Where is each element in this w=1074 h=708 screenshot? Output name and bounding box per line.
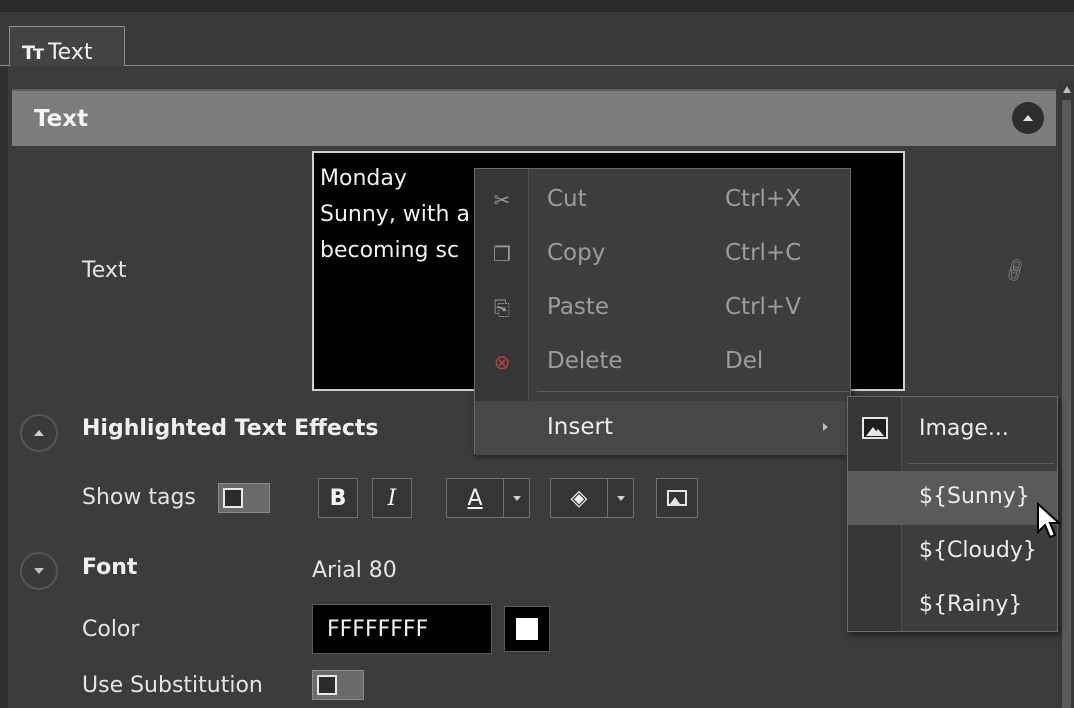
highlight-effects-title: Highlighted Text Effects [82, 416, 379, 441]
show-tags-toggle[interactable] [218, 483, 270, 513]
menu-item-label: Delete [547, 348, 623, 374]
copy-icon: ❐ [493, 242, 511, 266]
expand-font-button[interactable] [20, 552, 58, 590]
menu-item-label: Cut [547, 186, 587, 212]
menu-item-copy[interactable]: ❐ Copy Ctrl+C [475, 227, 850, 281]
section-header-text[interactable]: Text [12, 89, 1056, 146]
menu-item-shortcut: Ctrl+V [725, 294, 801, 320]
menu-item-paste[interactable]: ⎘ Paste Ctrl+V [475, 281, 850, 335]
image-icon [667, 490, 687, 506]
scrollbar-thumb[interactable] [1062, 100, 1071, 708]
menu-item-shortcut: Ctrl+X [725, 186, 801, 212]
menu-item-shortcut: Ctrl+C [725, 240, 802, 266]
chevron-up-icon [34, 430, 44, 436]
font-color-dropdown[interactable] [504, 478, 530, 518]
submenu-item-label: ${Cloudy} [919, 538, 1037, 563]
caret-down-icon [512, 495, 521, 501]
font-color-button[interactable]: A [446, 478, 504, 518]
tab-strip: Tт Text [0, 12, 1074, 78]
submenu-item-cloudy[interactable]: ${Cloudy} [848, 525, 1057, 579]
color-hex-input[interactable]: FFFFFFFF [312, 604, 492, 654]
paint-bucket-icon: ◈ [570, 485, 588, 511]
highlight-color-dropdown[interactable] [608, 478, 634, 518]
section-title: Text [34, 105, 89, 132]
color-swatch[interactable] [504, 606, 550, 652]
tab-label: Text [47, 40, 93, 65]
submenu-item-label: ${Sunny} [919, 484, 1030, 509]
caret-down-icon [616, 495, 625, 501]
italic-button[interactable]: I [372, 478, 412, 518]
menu-separator [908, 463, 1054, 464]
menu-item-label: Insert [547, 414, 613, 440]
font-value[interactable]: Arial 80 [312, 558, 397, 583]
delete-icon: ⊗ [493, 350, 511, 374]
color-swatch-fill [516, 618, 538, 640]
menu-item-insert[interactable]: Insert [475, 401, 850, 455]
chevron-up-icon [1023, 115, 1033, 121]
scissors-icon: ✂ [493, 188, 511, 212]
insert-image-button[interactable] [656, 478, 698, 518]
context-menu: ✂ Cut Ctrl+X ❐ Copy Ctrl+C ⎘ Paste Ctrl+… [474, 168, 851, 455]
chevron-right-icon [823, 423, 828, 431]
submenu-item-rainy[interactable]: ${Rainy} [848, 579, 1057, 633]
submenu-item-image[interactable]: Image... [848, 403, 1057, 457]
mouse-cursor-icon [1037, 502, 1062, 539]
submenu-item-sunny[interactable]: ${Sunny} [848, 471, 1057, 525]
expand-highlight-button[interactable] [20, 414, 58, 452]
use-substitution-toggle[interactable] [312, 670, 364, 700]
collapse-section-button[interactable] [1012, 102, 1044, 134]
show-tags-label: Show tags [82, 485, 196, 510]
toggle-knob [223, 488, 243, 508]
menu-item-delete[interactable]: ⊗ Delete Del [475, 335, 850, 389]
menu-item-shortcut: Del [725, 348, 764, 374]
text-tool-icon: Tт [22, 41, 44, 64]
image-icon [862, 417, 888, 439]
menu-separator [537, 391, 849, 392]
window-top-bar [0, 0, 1074, 12]
paste-icon: ⎘ [494, 296, 510, 320]
bold-button[interactable]: B [318, 478, 358, 518]
insert-submenu: Image... ${Sunny} ${Cloudy} ${Rainy} [847, 396, 1058, 632]
scroll-up-icon[interactable] [1063, 86, 1071, 93]
color-label: Color [82, 617, 140, 642]
menu-item-label: Paste [547, 294, 610, 320]
menu-item-cut[interactable]: ✂ Cut Ctrl+X [475, 173, 850, 227]
toggle-knob [317, 675, 337, 695]
submenu-item-label: Image... [919, 416, 1009, 441]
submenu-item-label: ${Rainy} [919, 592, 1023, 617]
use-substitution-label: Use Substitution [82, 673, 263, 698]
chevron-down-icon [34, 568, 44, 574]
menu-item-label: Copy [547, 240, 606, 266]
highlight-color-button[interactable]: ◈ [550, 478, 608, 518]
text-field-label: Text [82, 258, 127, 283]
font-label: Font [82, 555, 138, 580]
